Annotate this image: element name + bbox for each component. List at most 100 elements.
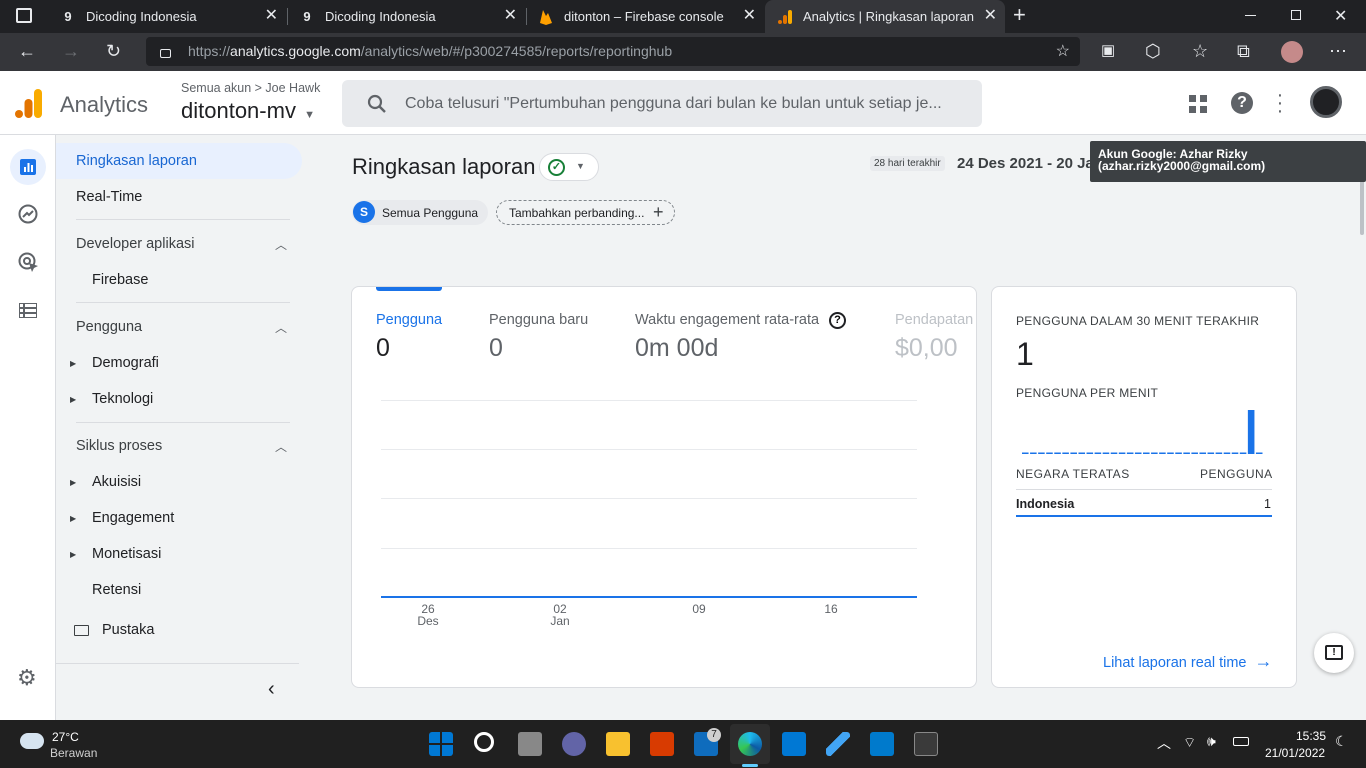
more-menu-icon[interactable]: ⋯ xyxy=(1329,41,1347,61)
chevron-up-icon[interactable]: ︿ xyxy=(275,319,287,336)
weather-cloud-icon[interactable] xyxy=(20,733,44,749)
nav-item-demografi[interactable]: Demografi xyxy=(92,355,159,371)
metric-tab-pengguna[interactable]: Pengguna xyxy=(376,312,442,328)
help-icon[interactable]: ? xyxy=(1231,92,1253,114)
nav-item-akuisisi[interactable]: Akuisisi xyxy=(92,474,141,490)
collections-icon[interactable]: ▣ xyxy=(1101,41,1115,61)
vscode-icon[interactable] xyxy=(870,732,894,756)
nav-item-teknologi[interactable]: Teknologi xyxy=(92,391,153,407)
chevron-up-icon[interactable]: ︿ xyxy=(275,236,287,253)
close-tab-icon[interactable]: ✕ xyxy=(743,8,756,24)
browser-tab-active[interactable]: Analytics | Ringkasan laporan ✕ xyxy=(765,0,1005,33)
edge-browser-icon[interactable] xyxy=(738,732,762,756)
metric-tab-pengguna-baru[interactable]: Pengguna baru xyxy=(489,312,588,328)
profile-avatar[interactable] xyxy=(1281,41,1303,63)
url-bar[interactable]: https://analytics.google.com/analytics/w… xyxy=(146,37,1080,66)
file-explorer-icon[interactable] xyxy=(606,732,630,756)
back-icon[interactable]: ← xyxy=(18,41,36,61)
date-badge: 28 hari terakhir xyxy=(870,156,945,171)
minimize-icon[interactable] xyxy=(1245,15,1256,16)
close-tab-icon[interactable]: ✕ xyxy=(504,8,517,24)
clock-date[interactable]: 21/01/2022 xyxy=(1265,746,1325,760)
expand-arrow-icon[interactable]: ▶ xyxy=(70,514,76,523)
analytics-logo-icon[interactable] xyxy=(15,87,43,119)
property-selector[interactable]: ditonton-mv ▼ xyxy=(181,98,315,124)
extensions-icon[interactable]: ⬡ xyxy=(1145,41,1161,61)
close-tab-icon[interactable]: ✕ xyxy=(984,8,997,24)
check-circle-icon: ✓ xyxy=(548,159,565,176)
advertising-icon[interactable] xyxy=(18,252,40,274)
settings-gear-icon[interactable]: ⚙ xyxy=(17,665,37,691)
apps-grid-icon[interactable] xyxy=(1189,95,1207,113)
store-icon[interactable] xyxy=(782,732,806,756)
volume-icon[interactable]: 🕪 xyxy=(1207,733,1216,750)
nav-item-pustaka[interactable]: Pustaka xyxy=(102,622,154,638)
minute-bar xyxy=(1255,452,1263,454)
search-input[interactable]: Coba telusuri "Pertumbuhan pengguna dari… xyxy=(342,80,982,127)
nav-item-monetisasi[interactable]: Monetisasi xyxy=(92,546,161,562)
add-comparison-button[interactable]: Tambahkan perbanding... + xyxy=(496,200,675,225)
expand-arrow-icon[interactable]: ▶ xyxy=(70,395,76,404)
collapse-chevron-left-icon[interactable]: ‹ xyxy=(268,678,275,701)
expand-arrow-icon[interactable]: ▶ xyxy=(70,359,76,368)
view-realtime-link[interactable]: Lihat laporan real time → xyxy=(1103,651,1273,672)
metric-tab-waktu-engagement[interactable]: Waktu engagement rata-rata xyxy=(635,312,819,328)
favorites-icon[interactable]: ☆ xyxy=(1192,41,1208,61)
expand-arrow-icon[interactable]: ▶ xyxy=(70,550,76,559)
favorite-star-icon[interactable]: ☆ xyxy=(1056,37,1070,66)
configure-list-icon[interactable] xyxy=(19,303,37,318)
realtime-card xyxy=(991,286,1297,688)
tabs-icon[interactable]: ⧉ xyxy=(1237,41,1250,61)
feedback-button[interactable]: ! xyxy=(1314,633,1354,673)
account-avatar[interactable] xyxy=(1310,86,1342,118)
moon-focus-icon[interactable]: ☾ xyxy=(1335,733,1348,750)
nav-section-pengguna[interactable]: Pengguna xyxy=(76,319,142,335)
chevron-up-icon[interactable]: ︿ xyxy=(275,438,287,455)
minute-bar xyxy=(1247,410,1255,454)
expand-arrow-icon[interactable]: ▶ xyxy=(70,478,76,487)
forward-icon[interactable]: → xyxy=(62,41,80,61)
browser-tab[interactable]: 9 Dicoding Indonesia ✕ xyxy=(48,0,286,33)
help-circle-icon[interactable]: ? xyxy=(829,312,846,329)
nav-item-label[interactable]: Ringkasan laporan xyxy=(76,153,197,169)
task-view-icon[interactable] xyxy=(518,732,542,756)
search-placeholder: Coba telusuri "Pertumbuhan pengguna dari… xyxy=(405,95,942,112)
segment-chip[interactable]: S Semua Pengguna xyxy=(352,200,488,225)
nav-item-engagement[interactable]: Engagement xyxy=(92,510,174,526)
office-icon[interactable] xyxy=(650,732,674,756)
browser-tab[interactable]: ditonton – Firebase console ✕ xyxy=(526,0,764,33)
explore-icon[interactable] xyxy=(18,204,38,224)
url-prefix: https:// xyxy=(188,43,231,59)
flutter-icon[interactable] xyxy=(826,732,850,756)
reload-icon[interactable]: ↻ xyxy=(106,41,121,61)
battery-icon[interactable] xyxy=(1233,737,1249,746)
metric-tab-pendapatan[interactable]: Pendapatan $0,00 xyxy=(895,306,973,368)
terminal-icon[interactable] xyxy=(914,732,938,756)
nav-item-firebase[interactable]: Firebase xyxy=(92,272,148,288)
chevron-up-tray-icon[interactable]: ︿ xyxy=(1157,733,1171,753)
restore-icon[interactable] xyxy=(1291,10,1301,20)
wifi-icon[interactable]: ⌔ xyxy=(1183,734,1196,752)
search-icon[interactable] xyxy=(474,732,494,752)
breadcrumb[interactable]: Semua akun > Joe Hawk xyxy=(181,81,320,95)
browser-tab[interactable]: 9 Dicoding Indonesia ✕ xyxy=(287,0,525,33)
nav-section-developer[interactable]: Developer aplikasi xyxy=(76,236,194,252)
minute-bar xyxy=(1046,452,1053,454)
new-tab-icon[interactable]: + xyxy=(1013,4,1026,26)
status-chip[interactable]: ✓ ▼ xyxy=(539,153,599,181)
nav-item-retensi[interactable]: Retensi xyxy=(92,582,141,598)
reports-icon[interactable] xyxy=(10,149,46,185)
more-vert-icon[interactable]: · · · xyxy=(1275,85,1285,121)
nav-item-realtime[interactable]: Real-Time xyxy=(76,189,142,205)
scrollbar[interactable] xyxy=(1359,135,1366,720)
mail-badge: 7 xyxy=(707,728,721,742)
nav-section-siklus[interactable]: Siklus proses xyxy=(76,438,162,454)
close-tab-icon[interactable]: ✕ xyxy=(265,8,278,24)
minute-bar xyxy=(1102,452,1110,454)
tab-actions-icon[interactable] xyxy=(16,8,32,23)
teams-chat-icon[interactable] xyxy=(562,732,586,756)
close-window-icon[interactable]: ✕ xyxy=(1334,6,1347,26)
date-range[interactable]: 24 Des 2021 - 20 Jan xyxy=(957,155,1103,172)
start-windows-icon[interactable] xyxy=(429,732,453,756)
clock-time[interactable]: 15:35 xyxy=(1296,729,1326,743)
